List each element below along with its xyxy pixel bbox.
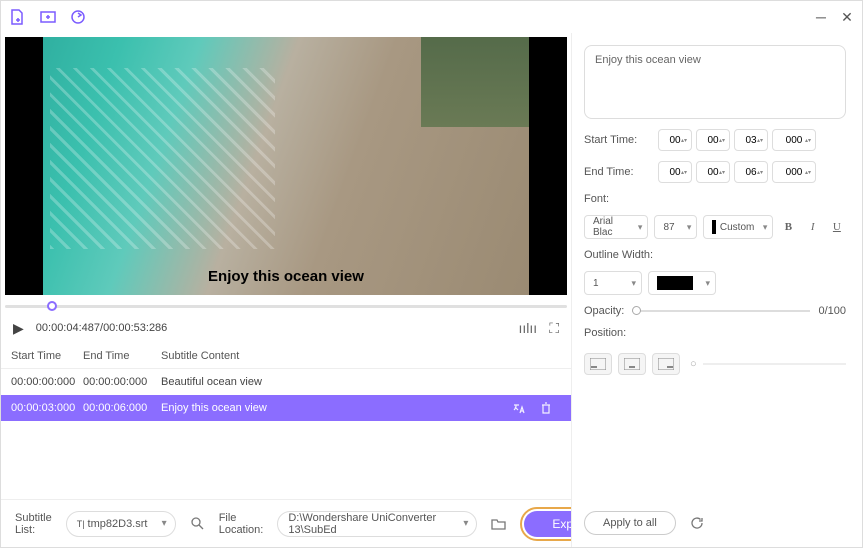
subtitle-text-input[interactable] [584,45,846,119]
opacity-slider[interactable] [632,310,810,312]
end-ms[interactable]: ▴▾ [772,161,816,183]
reset-icon[interactable] [686,512,708,534]
col-start: Start Time [11,350,83,362]
opacity-row: Opacity: 0/100 [584,305,846,317]
opacity-value: 0/100 [818,305,846,317]
play-button[interactable]: ▶ [13,320,24,337]
outline-label: Outline Width: [584,249,846,261]
outline-width-select[interactable]: 1 [584,271,642,295]
table-row[interactable]: 00:00:00:000 00:00:00:000 Beautiful ocea… [1,369,571,395]
folder-icon[interactable] [491,513,506,535]
sync-icon[interactable] [69,8,87,26]
position-bottom-center[interactable] [618,353,646,375]
end-min[interactable]: ▴▾ [696,161,730,183]
file-location-select[interactable]: D:\Wondershare UniConverter 13\SubEd [277,511,477,537]
start-ms[interactable]: ▴▾ [772,129,816,151]
outline-color-swatch [657,276,693,290]
playback-controls: ▶ 00:00:04:487/00:00:53:286 ıılıı ⛶ [1,313,571,343]
font-color-select[interactable]: Custom [703,215,773,239]
file-location-label: File Location: [219,512,264,536]
add-file-icon[interactable] [9,8,27,26]
delete-icon[interactable] [537,399,555,417]
outline-color-select[interactable] [648,271,716,295]
bold-button[interactable]: B [779,216,797,238]
waveform-icon[interactable]: ıılıı [519,320,538,336]
video-caption: Enjoy this ocean view [208,268,364,285]
start-min[interactable]: ▴▾ [696,129,730,151]
left-panel: Enjoy this ocean view ▶ 00:00:04:487/00:… [1,33,572,547]
font-size-select[interactable]: 87 [654,215,697,239]
end-hour[interactable]: ▴▾ [658,161,692,183]
col-content: Subtitle Content [161,350,561,362]
color-swatch [712,220,716,234]
start-sec[interactable]: ▴▾ [734,129,768,151]
position-bottom-left[interactable] [584,353,612,375]
position-label: Position: [584,327,846,339]
italic-button[interactable]: I [804,216,822,238]
seek-bar[interactable] [1,295,571,313]
titlebar: ─ ✕ [1,1,862,33]
bottom-bar: Subtitle List: T|tmp82D3.srt File Locati… [1,499,571,547]
font-family-select[interactable]: Arial Blac [584,215,648,239]
font-label: Font: [584,193,846,205]
underline-button[interactable]: U [828,216,846,238]
video-preview[interactable]: Enjoy this ocean view [5,37,567,295]
start-time-row: Start Time: ▴▾ ▴▾ ▴▾ ▴▾ [584,129,846,151]
seek-thumb[interactable] [47,301,57,311]
fullscreen-icon[interactable]: ⛶ [549,320,559,337]
playback-time: 00:00:04:487/00:00:53:286 [36,322,168,334]
position-bottom-right[interactable] [652,353,680,375]
translate-icon[interactable] [509,399,527,417]
start-hour[interactable]: ▴▾ [658,129,692,151]
table-header: Start Time End Time Subtitle Content [1,343,571,369]
subtitle-file-select[interactable]: T|tmp82D3.srt [66,511,176,537]
col-end: End Time [83,350,161,362]
right-panel: Start Time: ▴▾ ▴▾ ▴▾ ▴▾ End Time: ▴▾ ▴▾ … [572,33,862,547]
end-sec[interactable]: ▴▾ [734,161,768,183]
add-track-icon[interactable] [39,8,57,26]
apply-to-all-button[interactable]: Apply to all [584,511,676,535]
main-area: Enjoy this ocean view ▶ 00:00:04:487/00:… [1,33,862,547]
end-time-row: End Time: ▴▾ ▴▾ ▴▾ ▴▾ [584,161,846,183]
subtitle-list-label: Subtitle List: [15,512,52,536]
minimize-button[interactable]: ─ [814,10,828,24]
close-button[interactable]: ✕ [840,10,854,24]
search-icon[interactable] [190,513,205,535]
export-button[interactable]: Export [520,507,572,541]
position-thumb[interactable]: ○ [690,358,697,370]
table-row[interactable]: 00:00:03:000 00:00:06:000 Enjoy this oce… [1,395,571,421]
